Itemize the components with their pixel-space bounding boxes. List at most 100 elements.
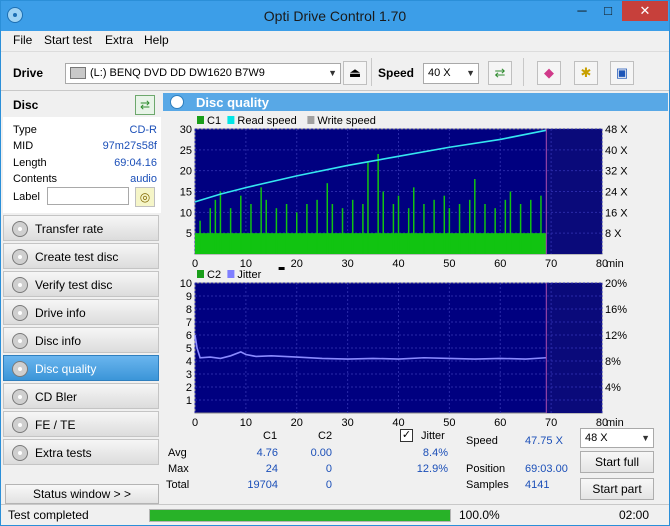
x-unit-label: min (606, 258, 624, 270)
legend-label: C2 (207, 269, 221, 281)
refresh-speed-button[interactable]: ⇄ (488, 61, 512, 85)
toolbar: Drive (L:) BENQ DVD DD DW1620 B7W9 ▼ ⏏ S… (1, 51, 669, 91)
legend-label: Write speed (317, 115, 376, 127)
disc-icon (12, 389, 28, 405)
y-tick-label: 25 (180, 145, 192, 157)
nav-item-label: CD Bler (35, 390, 78, 404)
nav-item-extra-tests[interactable]: Extra tests (3, 439, 159, 465)
legend-swatch (227, 116, 235, 124)
disc-icon: ◎ (139, 190, 151, 204)
maximize-button[interactable]: □ (595, 1, 621, 21)
disc-mid-label: MID (13, 140, 34, 152)
y2-tick-label: 4% (605, 382, 621, 394)
refresh-icon: ⇄ (139, 98, 151, 112)
y-tick-label: 20 (180, 166, 192, 178)
menu-bar: File Start test Extra Help (1, 31, 669, 51)
x-tick-label: 30 (342, 417, 354, 426)
menu-start-test[interactable]: Start test (44, 33, 92, 47)
x-tick-label: 30 (342, 258, 354, 270)
minimize-button[interactable]: ─ (569, 1, 595, 21)
speed-label: Speed (378, 66, 415, 80)
total-c1: 19704 (247, 479, 278, 491)
x-tick-label: 0 (192, 258, 198, 270)
elapsed-time: 02:00 (619, 508, 650, 522)
menu-file[interactable]: File (13, 33, 32, 47)
menu-extra[interactable]: Extra (105, 33, 133, 47)
stats-panel: C1 C2 ✓ Jitter Avg 4.76 0.00 8.4% Max 24… (163, 426, 668, 501)
disc-type-label: Type (13, 124, 37, 136)
settings-button[interactable]: ✱ (574, 61, 598, 85)
toolbar-separator (523, 58, 524, 86)
nav-item-disc-info[interactable]: Disc info (3, 327, 159, 353)
x-tick-label: 40 (392, 417, 404, 426)
speed-stat-label: Speed (466, 435, 498, 447)
disc-icon (12, 445, 28, 461)
eject-button[interactable]: ⏏ (343, 61, 367, 85)
plot-unused-area (546, 129, 602, 254)
nav-item-fe-te[interactable]: FE / TE (3, 411, 159, 437)
total-c2: 0 (325, 479, 332, 491)
y-tick-label: 7 (186, 317, 192, 329)
eraser-icon: ◆ (544, 65, 554, 80)
speed-select[interactable]: 40 X ▼ (423, 63, 479, 84)
save-icon: ▣ (615, 65, 629, 80)
refresh-disc-button[interactable]: ⇄ (135, 95, 155, 115)
plot-unused-area (546, 283, 602, 413)
nav-item-drive-info[interactable]: Drive info (3, 299, 159, 325)
y-tick-label: 5 (186, 228, 192, 240)
menu-help[interactable]: Help (144, 33, 169, 47)
x-tick-label: 0 (192, 417, 198, 426)
disc-mid-value: 97m27s58f (102, 140, 157, 152)
y-tick-label: 8 (186, 304, 192, 316)
y2-tick-label: 8% (605, 356, 621, 368)
y2-tick-label: 20% (605, 278, 627, 290)
y-tick-label: 30 (180, 124, 192, 136)
save-button[interactable]: ▣ (610, 61, 634, 85)
refresh-icon: ⇄ (494, 65, 506, 80)
y2-tick-label: 48 X (605, 124, 628, 136)
drive-icon (70, 67, 86, 80)
total-label: Total (166, 479, 190, 491)
legend-label: C1 (207, 115, 221, 127)
legend-swatch (197, 270, 204, 278)
jitter-checkbox[interactable]: ✓ (400, 429, 413, 442)
y-tick-label: 4 (186, 356, 192, 368)
disc-label-input[interactable] (47, 187, 129, 205)
max-c1: 24 (265, 463, 278, 475)
position-label: Position (466, 463, 506, 475)
nav-item-cd-bler[interactable]: CD Bler (3, 383, 159, 409)
drive-select[interactable]: (L:) BENQ DVD DD DW1620 B7W9 ▼ (65, 63, 341, 84)
progress-bar (149, 509, 451, 522)
jitter-label: Jitter (421, 430, 445, 442)
x-tick-label: 50 (443, 417, 455, 426)
avg-jitter: 8.4% (422, 447, 448, 459)
test-speed-value: 48 X (585, 432, 608, 444)
max-c2: 0 (325, 463, 332, 475)
x-tick-label: 60 (494, 258, 506, 270)
x-unit-label: min (606, 417, 624, 426)
start-full-button[interactable]: Start full (580, 451, 654, 473)
max-label: Max (168, 463, 189, 475)
avg-c1: 4.76 (256, 447, 278, 459)
nav-item-create-test-disc[interactable]: Create test disc (3, 243, 159, 269)
test-speed-select[interactable]: 48 X ▼ (580, 428, 654, 448)
drive-select-value: (L:) BENQ DVD DD DW1620 B7W9 (90, 67, 265, 79)
start-part-button[interactable]: Start part (580, 478, 654, 500)
c1-baseline-fill (195, 233, 547, 254)
x-tick-label: 60 (494, 417, 506, 426)
y-tick-label: 2 (186, 382, 192, 394)
disc-icon (12, 333, 28, 349)
status-window-button[interactable]: Status window > > (5, 484, 159, 504)
nav-item-disc-quality[interactable]: Disc quality (3, 355, 159, 381)
nav-item-transfer-rate[interactable]: Transfer rate (3, 215, 159, 241)
nav-item-label: FE / TE (35, 418, 76, 432)
position-value: 69:03.00 (525, 463, 568, 475)
y2-tick-label: 16 X (605, 207, 628, 219)
close-button[interactable]: ✕ (622, 1, 668, 21)
label-disc-button[interactable]: ◎ (135, 187, 155, 207)
erase-button[interactable]: ◆ (537, 61, 561, 85)
disc-length-label: Length (13, 157, 47, 169)
nav-item-verify-test-disc[interactable]: Verify test disc (3, 271, 159, 297)
legend-label: Jitter (237, 269, 261, 281)
x-tick-label: 70 (545, 417, 557, 426)
